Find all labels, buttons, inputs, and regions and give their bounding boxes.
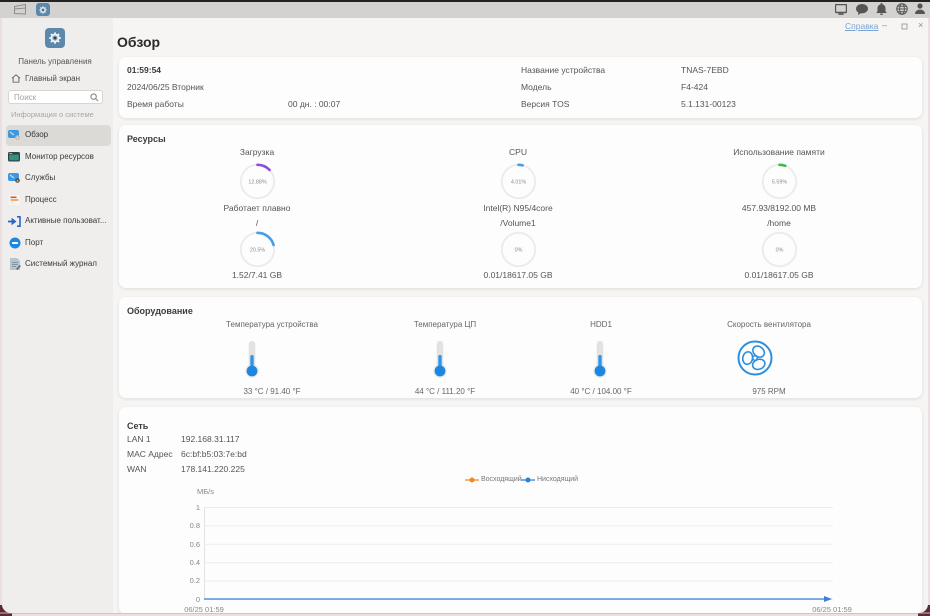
svg-text:4.01%: 4.01% xyxy=(511,180,526,186)
svg-text:20.5%: 20.5% xyxy=(250,248,265,254)
svg-text:5.59%: 5.59% xyxy=(772,180,787,186)
svg-text:12.88%: 12.88% xyxy=(248,180,266,186)
svg-text:0%: 0% xyxy=(515,248,523,254)
svg-text:0%: 0% xyxy=(776,248,784,254)
